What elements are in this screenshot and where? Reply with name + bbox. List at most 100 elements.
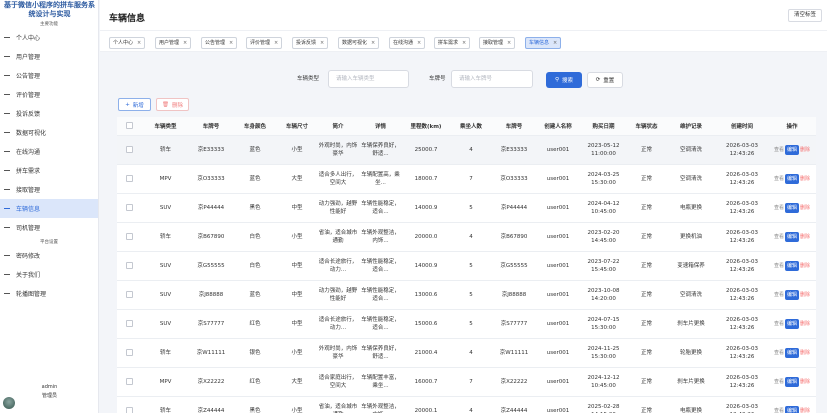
sidebar-item-2[interactable]: 公告管理 [0, 66, 98, 85]
row-checkbox[interactable] [126, 174, 133, 182]
row-checkbox[interactable] [126, 145, 133, 153]
close-icon[interactable]: × [417, 40, 421, 46]
menu-dash-icon [4, 94, 10, 95]
row-checkbox[interactable] [126, 290, 133, 298]
table-row[interactable]: 轿车京Z44444黑色小型省油，适合城市通勤车辆外观整洁，内饰...20000.… [117, 396, 816, 413]
row-checkbox[interactable] [126, 348, 133, 356]
tab-9[interactable]: 车辆信息 × [525, 37, 562, 49]
plus-icon: + [125, 101, 130, 108]
delete-row-button[interactable]: 删除 [799, 407, 811, 413]
tab-5[interactable]: 数据可视化 × [338, 37, 380, 49]
row-checkbox[interactable] [126, 406, 133, 413]
view-button[interactable]: 查看 [773, 349, 785, 357]
sidebar-item-9[interactable]: 车辆信息 [0, 199, 98, 218]
tab-2[interactable]: 公告管理 × [201, 37, 238, 49]
sidebar-item-10[interactable]: 司机管理 [0, 218, 98, 237]
vehicle-type-input[interactable] [328, 70, 409, 88]
table-row[interactable]: 轿车 京B67890 白色 小型 省油，适合城市通勤 车辆外观整洁，内饰... 20000.… [117, 222, 816, 252]
tab-0[interactable]: 个人中心 × [109, 37, 146, 49]
row-checkbox[interactable] [126, 232, 133, 240]
view-button[interactable]: 查看 [773, 320, 785, 328]
sidebar-platform-item-0[interactable]: 密码修改 [0, 246, 98, 265]
delete-row-button[interactable]: 删除 [799, 175, 811, 183]
edit-button[interactable]: 编辑 [784, 405, 799, 413]
close-icon[interactable]: × [229, 40, 233, 46]
table-row[interactable]: 轿车 京W11111 银色 小型 外观时尚，内饰豪华 车辆保养良好，舒适... 21000.… [117, 338, 816, 368]
delete-row-button[interactable]: 删除 [799, 262, 811, 270]
table-row[interactable]: MPV 京X22222 红色 大型 适合家庭出行，空间大 车辆配置丰富，乘坐... 1600… [117, 367, 816, 397]
close-icon[interactable]: × [274, 40, 278, 46]
search-button[interactable]: ⚲ 搜索 [546, 72, 582, 88]
close-icon[interactable]: × [183, 40, 187, 46]
delete-row-button[interactable]: 删除 [799, 349, 811, 357]
delete-button[interactable]: 🗑 删除 [156, 98, 189, 111]
close-icon[interactable]: × [371, 40, 375, 46]
row-checkbox[interactable] [126, 319, 133, 327]
cell-seats: 5 [450, 251, 492, 281]
view-button[interactable]: 查看 [773, 378, 785, 386]
avatar[interactable] [3, 397, 15, 409]
delete-row-button[interactable]: 删除 [799, 233, 811, 241]
tab-8[interactable]: 接取管理 × [479, 37, 516, 49]
sidebar-item-5[interactable]: 数据可视化 [0, 123, 98, 142]
sidebar-item-1[interactable]: 用户管理 [0, 47, 98, 66]
clear-tags-button[interactable]: 清空标签 [787, 9, 822, 22]
sidebar-item-8[interactable]: 接取管理 [0, 180, 98, 199]
tab-3[interactable]: 评价管理 × [246, 37, 283, 49]
sidebar-item-3[interactable]: 评价管理 [0, 85, 98, 104]
table-row[interactable]: 轿车 京E33333 蓝色 小型 外观时尚，内饰豪华 车辆保养良好，舒适... 25000.… [117, 135, 816, 165]
tab-7[interactable]: 拼车需求 × [434, 37, 471, 49]
table-row[interactable]: MPV 京O33333 蓝色 大型 适合多人出行，空间大 车辆配置高，乘坐... 18000… [117, 164, 816, 194]
plate-input[interactable] [451, 70, 533, 88]
sidebar-platform-item-1[interactable]: 关于我们 [0, 265, 98, 284]
table-row[interactable]: SUV 京G55555 白色 中型 适合长途旅行，动力... 车辆性能稳定，适合... 14… [117, 251, 816, 281]
delete-row-button[interactable]: 删除 [799, 146, 811, 154]
row-checkbox[interactable] [126, 261, 133, 269]
table-row[interactable]: SUV 京P44444 黑色 中型 动力强劲，越野性能好 车辆性能稳定，适合... 1400… [117, 193, 816, 223]
close-icon[interactable]: × [137, 40, 141, 46]
tab-4[interactable]: 投诉反馈 × [292, 37, 329, 49]
select-all-checkbox[interactable] [126, 122, 133, 130]
table-row[interactable]: SUV 京S77777 红色 中型 适合长途旅行，动力... 车辆性能稳定，适合... 15… [117, 309, 816, 339]
edit-button[interactable]: 编辑 [784, 144, 799, 155]
tab-1[interactable]: 用户管理 × [155, 37, 192, 49]
actions-cell: 查看 编辑 删除 [768, 280, 816, 310]
view-button[interactable]: 查看 [773, 407, 785, 413]
edit-button[interactable]: 编辑 [784, 347, 799, 358]
view-button[interactable]: 查看 [773, 291, 785, 299]
sidebar-item-6[interactable]: 在线沟通 [0, 142, 98, 161]
delete-row-button[interactable]: 删除 [799, 378, 811, 386]
delete-row-button[interactable]: 删除 [799, 320, 811, 328]
sidebar-item-0[interactable]: 个人中心 [0, 28, 98, 47]
user-box[interactable]: admin 管理员 [0, 383, 99, 413]
edit-button[interactable]: 编辑 [784, 173, 799, 184]
add-button[interactable]: + 新增 [118, 98, 151, 111]
actions-cell: 查看 编辑 删除 [768, 338, 816, 368]
sidebar-item-7[interactable]: 拼车需求 [0, 161, 98, 180]
edit-button[interactable]: 编辑 [784, 260, 799, 271]
row-checkbox[interactable] [126, 203, 133, 211]
close-icon[interactable]: × [507, 40, 511, 46]
row-checkbox[interactable] [126, 377, 133, 385]
view-button[interactable]: 查看 [773, 146, 785, 154]
reset-button[interactable]: ⟳ 重置 [587, 72, 623, 88]
cell-status: 正常 [627, 309, 666, 339]
tab-6[interactable]: 在线沟通 × [389, 37, 426, 49]
sidebar-item-4[interactable]: 投诉反馈 [0, 104, 98, 123]
view-button[interactable]: 查看 [773, 204, 785, 212]
edit-button[interactable]: 编辑 [784, 289, 799, 300]
close-icon[interactable]: × [320, 40, 324, 46]
delete-row-button[interactable]: 删除 [799, 291, 811, 299]
view-button[interactable]: 查看 [773, 175, 785, 183]
close-icon[interactable]: × [553, 40, 557, 46]
view-button[interactable]: 查看 [773, 262, 785, 270]
close-icon[interactable]: × [462, 40, 466, 46]
sidebar-platform-item-2[interactable]: 轮播图管理 [0, 284, 98, 303]
edit-button[interactable]: 编辑 [784, 376, 799, 387]
view-button[interactable]: 查看 [773, 233, 785, 241]
edit-button[interactable]: 编辑 [784, 202, 799, 213]
edit-button[interactable]: 编辑 [784, 318, 799, 329]
edit-button[interactable]: 编辑 [784, 231, 799, 242]
delete-row-button[interactable]: 删除 [799, 204, 811, 212]
table-row[interactable]: SUV 京J88888 蓝色 中型 动力强劲，越野性能好 车辆性能稳定，适合... 1300… [117, 280, 816, 310]
